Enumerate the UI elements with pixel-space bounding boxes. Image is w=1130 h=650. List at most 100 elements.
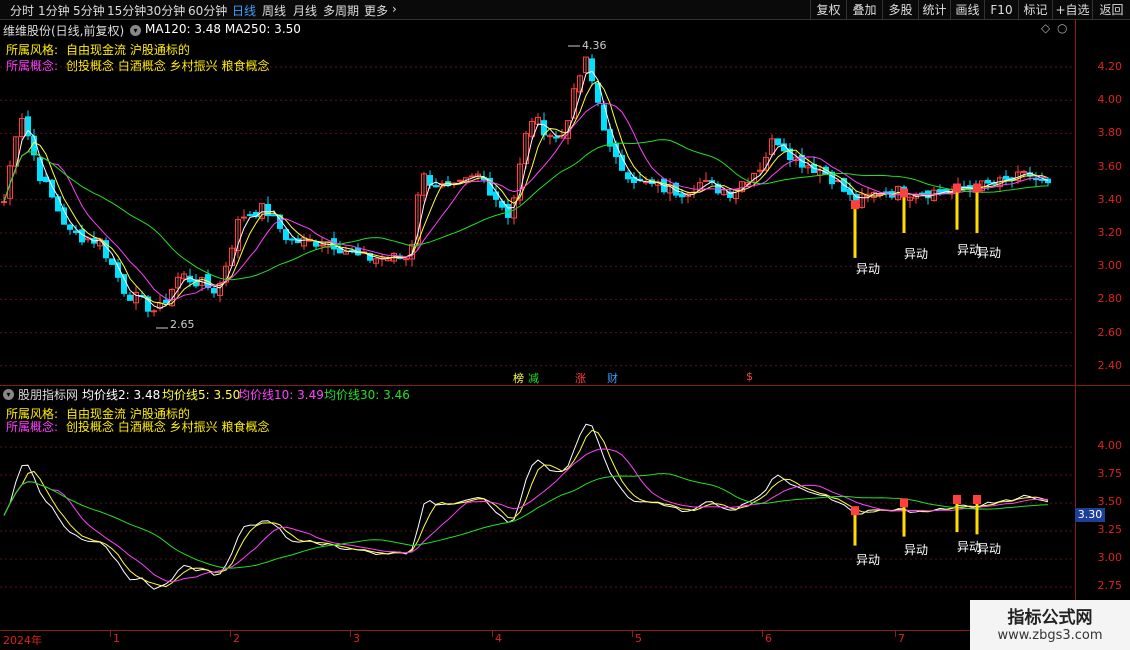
chevron-right-icon[interactable]: › <box>392 2 397 16</box>
marker-rise[interactable]: 涨 <box>575 370 586 386</box>
price-label: 2.75 <box>1097 579 1123 592</box>
event-flag <box>953 183 961 193</box>
tab-monthly[interactable]: 月线 <box>293 2 317 19</box>
price-label: 3.75 <box>1097 467 1123 480</box>
time-label: 5 <box>635 632 642 645</box>
candle-body <box>127 294 133 301</box>
time-label: 1 <box>113 632 120 645</box>
current-price-box: 3.30 <box>1075 508 1105 522</box>
ma-values: MA120: 3.48 MA250: 3.50 <box>145 22 301 36</box>
candle-body <box>211 288 217 294</box>
candle-body <box>313 241 319 247</box>
time-label: 6 <box>765 632 772 645</box>
indicator-chart[interactable] <box>0 387 1075 629</box>
price-label: 2.60 <box>1097 325 1123 339</box>
candlestick-chart[interactable] <box>0 37 1075 383</box>
candle-body <box>271 214 277 217</box>
candle-body <box>319 244 325 247</box>
candle-body <box>283 229 289 240</box>
watermark: 指标公式网 www.zbgs3.com <box>970 600 1130 650</box>
time-label: 3 <box>353 632 360 645</box>
event-flag <box>953 495 961 504</box>
adjust-button[interactable]: 复权 <box>810 0 846 20</box>
time-label: 2024年 <box>3 634 42 647</box>
tab-5min[interactable]: 5分钟 <box>73 2 105 19</box>
back-button[interactable]: 返回 <box>1092 0 1130 20</box>
candle-body <box>1033 178 1039 181</box>
time-tick <box>350 631 351 637</box>
tab-60min[interactable]: 60分钟 <box>188 2 227 19</box>
candle-body <box>553 136 559 139</box>
tab-more[interactable]: 更多 <box>364 2 388 19</box>
tab-15min[interactable]: 15分钟 <box>107 2 146 19</box>
draw-line-button[interactable]: 画线 <box>950 0 984 20</box>
candle-body <box>1 201 7 204</box>
price-label: 4.20 <box>1097 60 1123 73</box>
price-label: 4.00 <box>1097 439 1123 452</box>
chevron-down-icon[interactable]: ▾ <box>130 25 141 36</box>
candle-body <box>241 216 247 219</box>
time-axis: 2024年 1 2 3 4 5 6 7 <box>0 630 1130 650</box>
price-label: 3.00 <box>1097 259 1123 273</box>
candle-body <box>109 258 115 265</box>
marker-reduce[interactable]: 减 <box>528 370 539 386</box>
candle-body <box>247 214 253 217</box>
circle-icon[interactable]: ○ <box>1057 21 1067 35</box>
price-label: 2.80 <box>1097 292 1123 306</box>
overlay-button[interactable]: 叠加 <box>846 0 882 20</box>
multi-stock-button[interactable]: 多股 <box>882 0 918 20</box>
price-label: 3.80 <box>1097 126 1123 140</box>
tab-intraday[interactable]: 分时 <box>10 2 34 19</box>
candle-body <box>601 104 607 131</box>
time-label: 7 <box>898 632 905 645</box>
price-label: 2.40 <box>1097 358 1123 372</box>
avg-line-5-path <box>3 429 1049 588</box>
price-label: 3.40 <box>1097 192 1123 206</box>
diamond-icon[interactable]: ◇ <box>1041 21 1050 35</box>
price-label: 3.20 <box>1097 226 1123 239</box>
event-flag <box>900 498 908 508</box>
candle-body <box>589 58 595 82</box>
marker-bang[interactable]: 榜 <box>513 370 524 386</box>
watermark-url: www.zbgs3.com <box>997 628 1103 643</box>
event-flag <box>851 200 859 210</box>
candle-body <box>73 230 79 234</box>
tab-daily[interactable]: 日线 <box>232 2 256 19</box>
event-label: 异动 <box>856 262 881 276</box>
candle-body <box>469 175 475 178</box>
mark-button[interactable]: 标记 <box>1018 0 1052 20</box>
candle-body <box>937 189 943 193</box>
f10-button[interactable]: F10 <box>984 0 1018 20</box>
time-tick <box>492 631 493 637</box>
time-label: 2 <box>233 632 240 645</box>
tab-weekly[interactable]: 周线 <box>262 2 286 19</box>
price-label: 3.60 <box>1097 159 1123 173</box>
high-price-label: 4.36 <box>582 39 607 52</box>
marker-dollar[interactable]: $ <box>746 370 753 383</box>
watermark-title: 指标公式网 <box>1007 608 1093 628</box>
candle-body <box>403 258 409 261</box>
tab-1min[interactable]: 1分钟 <box>38 2 70 19</box>
time-tick <box>762 631 763 637</box>
toolbar: 分时 1分钟 5分钟 15分钟 30分钟 60分钟 日线 周线 月线 多周期 更… <box>0 0 1130 20</box>
event-label: 异动 <box>977 542 1002 556</box>
price-axis-line <box>1075 20 1076 630</box>
time-tick <box>110 631 111 637</box>
time-label: 4 <box>495 632 502 645</box>
candle-body <box>679 193 685 198</box>
event-label: 异动 <box>904 543 929 557</box>
candle-body <box>163 299 169 304</box>
candle-body <box>625 172 631 180</box>
price-label: 4.00 <box>1097 93 1123 107</box>
stats-button[interactable]: 统计 <box>918 0 950 20</box>
low-price-label: 2.65 <box>170 318 195 331</box>
event-flag <box>973 495 981 504</box>
candle-body <box>151 310 157 313</box>
tab-multi-period[interactable]: 多周期 <box>323 2 359 19</box>
candle-body <box>1003 175 1009 180</box>
tab-30min[interactable]: 30分钟 <box>146 2 185 19</box>
avg-line-2-path <box>3 423 1049 590</box>
add-watchlist-button[interactable]: +自选 <box>1052 0 1092 20</box>
marker-finance[interactable]: 财 <box>607 370 618 386</box>
event-flag <box>973 183 981 193</box>
